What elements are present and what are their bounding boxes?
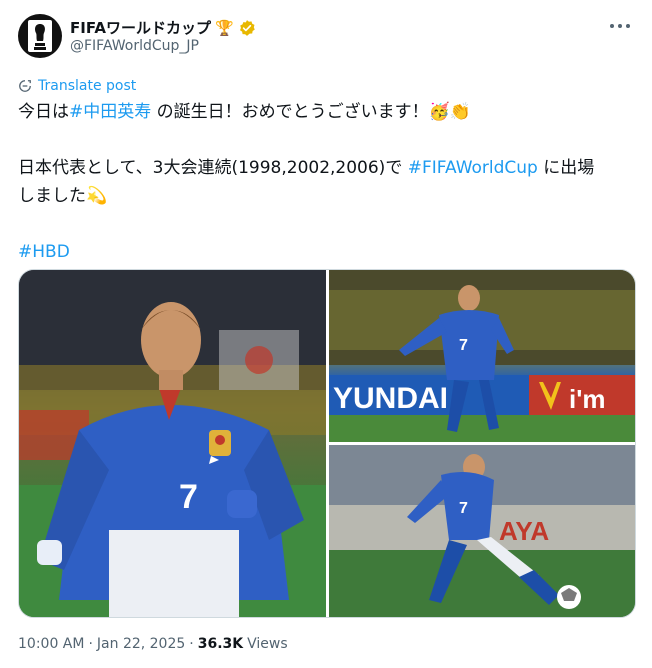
- name-row: FIFAワールドカップ 🏆: [70, 17, 256, 38]
- player-portrait-image: 7: [19, 270, 326, 617]
- meta-separator: ·: [189, 636, 194, 652]
- avatar[interactable]: [18, 14, 62, 58]
- post-time[interactable]: 10:00 AM: [18, 636, 84, 652]
- translate-icon: [19, 80, 31, 92]
- fifa-trophy-logo-icon: [28, 20, 52, 52]
- translate-post-link[interactable]: Translate post: [18, 78, 136, 94]
- board-text-3: AYA: [499, 516, 549, 546]
- post-line-3: しました💫: [18, 186, 108, 206]
- post-date[interactable]: Jan 22, 2025: [97, 636, 185, 652]
- handle[interactable]: @FIFAWorldCup_JP: [70, 38, 199, 54]
- board-text-1: YUNDAI: [333, 382, 448, 415]
- meta-separator: ·: [88, 636, 93, 652]
- shirt-number: 7: [459, 500, 468, 517]
- post-text: 今日は#中田英寿 の誕生日！おめでとうございます！🥳👏 日本代表として、3大会連…: [18, 98, 634, 266]
- hashtag-hbd[interactable]: #HBD: [18, 242, 70, 262]
- post-line-4: #HBD: [18, 238, 634, 266]
- post-header: FIFAワールドカップ 🏆 @FIFAWorldCup_JP: [18, 14, 634, 58]
- post-line-2: 日本代表として、3大会連続(1998,2002,2006)で #FIFAWorl…: [18, 154, 634, 182]
- text-segment: 日本代表として、3大会連続(1998,2002,2006)で: [18, 158, 408, 178]
- shirt-number: 7: [459, 337, 468, 354]
- player-passing-image: AYA 7: [329, 445, 635, 617]
- photo-2[interactable]: YUNDAI i'm 7: [329, 270, 635, 442]
- shirt-number: 7: [179, 478, 198, 516]
- photo-3[interactable]: AYA 7: [329, 445, 635, 617]
- hashtag-nakata[interactable]: #中田英寿: [69, 102, 151, 122]
- board-text-2: i'm: [569, 384, 606, 414]
- text-segment: の誕生日！おめでとうございます！🥳👏: [151, 102, 471, 122]
- player-kicking-image: YUNDAI i'm 7: [329, 270, 635, 442]
- views-label: Views: [247, 636, 288, 652]
- text-segment: に出場: [537, 158, 595, 178]
- translate-label: Translate post: [38, 78, 137, 94]
- photo-1[interactable]: 7: [19, 270, 326, 617]
- trophy-icon: 🏆: [214, 18, 234, 37]
- views-count: 36.3K: [197, 636, 244, 652]
- verified-badge-icon: [239, 19, 255, 36]
- post-line-1: 今日は#中田英寿 の誕生日！おめでとうございます！🥳👏: [18, 98, 634, 126]
- display-name[interactable]: FIFAワールドカップ: [70, 17, 211, 38]
- media-grid: 7 YUNDAI i'm 7 AYA 7: [18, 269, 636, 618]
- text-segment: 今日は: [18, 102, 69, 122]
- more-options-icon[interactable]: [606, 16, 634, 36]
- post-meta: 10:00 AM · Jan 22, 2025 · 36.3K Views: [18, 636, 288, 652]
- hashtag-fifaworldcup[interactable]: #FIFAWorldCup: [408, 158, 538, 178]
